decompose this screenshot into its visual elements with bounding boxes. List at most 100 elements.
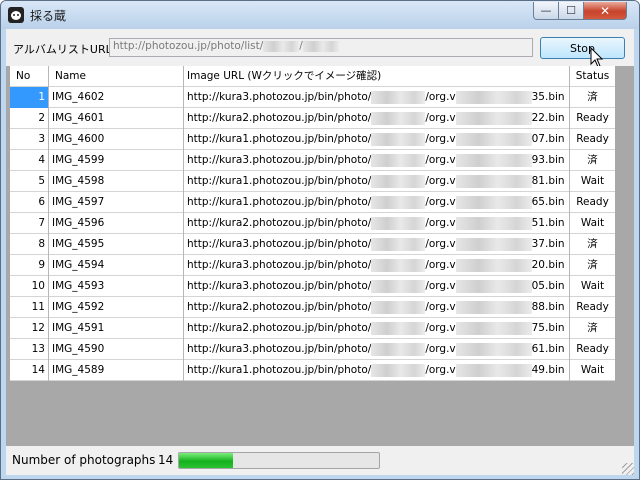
image-host: kura2 — [219, 322, 250, 334]
photo-status[interactable]: Wait — [570, 360, 615, 381]
image-url[interactable]: http://kura3.photozou.jp/bin/photo//org.… — [184, 339, 570, 360]
photo-name[interactable]: IMG_4600 — [49, 129, 184, 150]
image-url[interactable]: http://kura2.photozou.jp/bin/photo//org.… — [184, 213, 570, 234]
image-file-suffix: 07.bin — [531, 133, 565, 145]
download-progress-bar — [178, 452, 380, 469]
image-url[interactable]: http://kura1.photozou.jp/bin/photo//org.… — [184, 360, 570, 381]
photo-name[interactable]: IMG_4590 — [49, 339, 184, 360]
row-number[interactable]: 5 — [10, 171, 49, 192]
row-number[interactable]: 3 — [10, 129, 49, 150]
row-number[interactable]: 4 — [10, 150, 49, 171]
row-number[interactable]: 2 — [10, 108, 49, 129]
photo-status[interactable]: Ready — [570, 297, 615, 318]
photo-status[interactable]: Ready — [570, 129, 615, 150]
image-host: kura1 — [219, 196, 250, 208]
photo-name[interactable]: IMG_4597 — [49, 192, 184, 213]
table-row[interactable]: 1 IMG_4602 http://kura3.photozou.jp/bin/ph… — [10, 87, 615, 108]
image-url[interactable]: http://kura2.photozou.jp/bin/photo//org.… — [184, 108, 570, 129]
photo-status[interactable]: 済 — [570, 318, 615, 339]
photo-name[interactable]: IMG_4599 — [49, 150, 184, 171]
image-url[interactable]: http://kura1.photozou.jp/bin/photo//org.… — [184, 171, 570, 192]
header-image-url[interactable]: Image URL (Wクリックでイメージ確認) — [184, 66, 570, 87]
table-row[interactable]: 6 IMG_4597 http://kura1.photozou.jp/bin/ph… — [10, 192, 615, 213]
image-file-suffix: 93.bin — [531, 154, 565, 166]
image-url[interactable]: http://kura3.photozou.jp/bin/photo//org.… — [184, 234, 570, 255]
photo-name[interactable]: IMG_4598 — [49, 171, 184, 192]
row-number[interactable]: 1 — [10, 87, 49, 108]
table-row[interactable]: 4 IMG_4599 http://kura3.photozou.jp/bin/ph… — [10, 150, 615, 171]
row-number[interactable]: 9 — [10, 255, 49, 276]
stop-button[interactable]: Stop — [540, 37, 625, 59]
photo-status[interactable]: 済 — [570, 234, 615, 255]
minimize-button[interactable]: — — [533, 2, 559, 20]
photo-name[interactable]: IMG_4601 — [49, 108, 184, 129]
photo-count-label: Number of photographs — [12, 453, 156, 467]
photo-status[interactable]: Ready — [570, 339, 615, 360]
photo-table[interactable]: No Name Image URL (Wクリックでイメージ確認) Status … — [10, 66, 615, 381]
photo-name[interactable]: IMG_4602 — [49, 87, 184, 108]
image-url[interactable]: http://kura3.photozou.jp/bin/photo//org.… — [184, 87, 570, 108]
row-number[interactable]: 10 — [10, 276, 49, 297]
table-row[interactable]: 13 IMG_4590 http://kura3.photozou.jp/bin/p… — [10, 339, 615, 360]
image-file-suffix: 49.bin — [531, 364, 565, 376]
header-name[interactable]: Name — [49, 66, 184, 87]
table-row[interactable]: 7 IMG_4596 http://kura2.photozou.jp/bin/ph… — [10, 213, 615, 234]
photo-status[interactable]: 済 — [570, 150, 615, 171]
image-host: kura2 — [219, 301, 250, 313]
image-url[interactable]: http://kura2.photozou.jp/bin/photo//org.… — [184, 297, 570, 318]
image-host: kura3 — [219, 343, 250, 355]
photo-name[interactable]: IMG_4589 — [49, 360, 184, 381]
image-file-suffix: 51.bin — [531, 217, 565, 229]
table-row[interactable]: 3 IMG_4600 http://kura1.photozou.jp/bin/ph… — [10, 129, 615, 150]
photo-name[interactable]: IMG_4596 — [49, 213, 184, 234]
row-number[interactable]: 6 — [10, 192, 49, 213]
row-number[interactable]: 8 — [10, 234, 49, 255]
image-host: kura2 — [219, 112, 250, 124]
table-row[interactable]: 12 IMG_4591 http://kura2.photozou.jp/bin/p… — [10, 318, 615, 339]
table-row[interactable]: 2 IMG_4601 http://kura2.photozou.jp/bin/ph… — [10, 108, 615, 129]
maximize-button[interactable]: ☐ — [558, 2, 584, 20]
photo-status[interactable]: Wait — [570, 171, 615, 192]
row-number[interactable]: 12 — [10, 318, 49, 339]
title-bar[interactable]: 採る蔵 — ☐ ✕ — [1, 1, 639, 29]
photo-status[interactable]: 済 — [570, 87, 615, 108]
photo-name[interactable]: IMG_4594 — [49, 255, 184, 276]
image-url[interactable]: http://kura1.photozou.jp/bin/photo//org.… — [184, 192, 570, 213]
photo-name[interactable]: IMG_4593 — [49, 276, 184, 297]
table-row[interactable]: 10 IMG_4593 http://kura3.photozou.jp/bin/p… — [10, 276, 615, 297]
table-row[interactable]: 11 IMG_4592 http://kura2.photozou.jp/bin/p… — [10, 297, 615, 318]
app-logo-icon[interactable] — [8, 7, 24, 23]
table-row[interactable]: 14 IMG_4589 http://kura1.photozou.jp/bin/p… — [10, 360, 615, 381]
image-url[interactable]: http://kura3.photozou.jp/bin/photo//org.… — [184, 276, 570, 297]
table-row[interactable]: 8 IMG_4595 http://kura3.photozou.jp/bin/ph… — [10, 234, 615, 255]
image-host: kura3 — [219, 154, 250, 166]
photo-status[interactable]: Wait — [570, 276, 615, 297]
photo-status[interactable]: 済 — [570, 255, 615, 276]
image-url[interactable]: http://kura3.photozou.jp/bin/photo//org.… — [184, 255, 570, 276]
image-host: kura1 — [219, 133, 250, 145]
image-url[interactable]: http://kura2.photozou.jp/bin/photo//org.… — [184, 318, 570, 339]
minimize-icon: — — [540, 4, 552, 17]
table-row[interactable]: 5 IMG_4598 http://kura1.photozou.jp/bin/ph… — [10, 171, 615, 192]
image-url[interactable]: http://kura1.photozou.jp/bin/photo//org.… — [184, 129, 570, 150]
row-number[interactable]: 14 — [10, 360, 49, 381]
header-no[interactable]: No — [10, 66, 49, 87]
close-icon: ✕ — [599, 3, 611, 18]
photo-status[interactable]: Wait — [570, 213, 615, 234]
photo-name[interactable]: IMG_4592 — [49, 297, 184, 318]
photo-status[interactable]: Ready — [570, 192, 615, 213]
photo-status[interactable]: Ready — [570, 108, 615, 129]
album-url-input[interactable]: http://photozou.jp/photo/list// — [109, 38, 533, 57]
table-row[interactable]: 9 IMG_4594 http://kura3.photozou.jp/bin/ph… — [10, 255, 615, 276]
row-number[interactable]: 13 — [10, 339, 49, 360]
header-status[interactable]: Status — [570, 66, 615, 87]
row-number[interactable]: 11 — [10, 297, 49, 318]
close-button[interactable]: ✕ — [583, 2, 627, 20]
photo-name[interactable]: IMG_4595 — [49, 234, 184, 255]
image-host: kura1 — [219, 364, 250, 376]
row-number[interactable]: 7 — [10, 213, 49, 234]
resize-grip[interactable] — [622, 463, 634, 475]
image-url[interactable]: http://kura3.photozou.jp/bin/photo//org.… — [184, 150, 570, 171]
photo-name[interactable]: IMG_4591 — [49, 318, 184, 339]
album-url-label: アルバムリストURL: — [13, 43, 116, 56]
